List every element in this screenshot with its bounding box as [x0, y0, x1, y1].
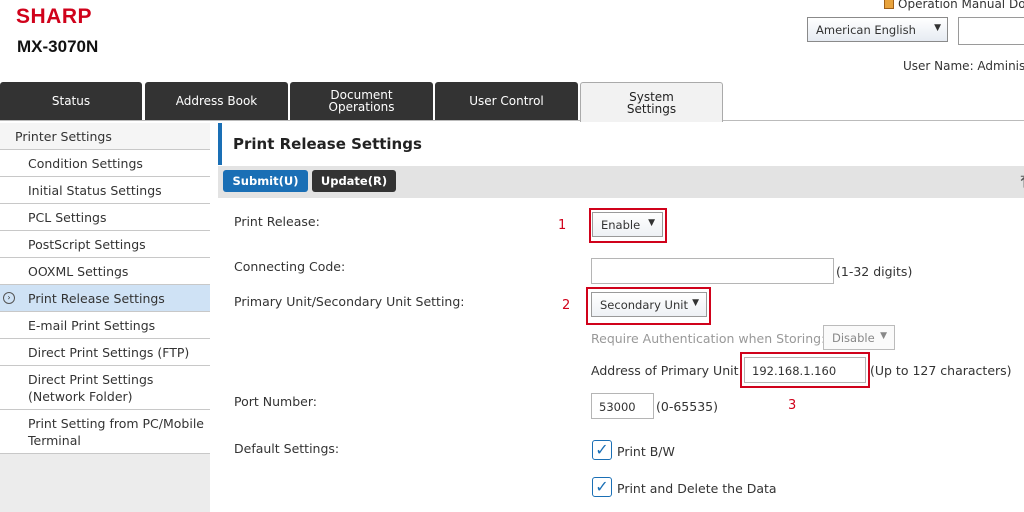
operation-manual-label: Operation Manual Do	[898, 0, 1024, 11]
sidebar-item-label: Print Release Settings	[28, 290, 165, 306]
dropdown-arrow-icon: ▼	[880, 331, 887, 341]
print-release-value: Enable	[601, 218, 641, 232]
current-page-icon: ›	[3, 292, 15, 304]
book-icon	[884, 0, 894, 9]
tab-system-settings[interactable]: System Settings	[580, 82, 723, 122]
language-value: American English	[816, 23, 916, 37]
main-tab-bar: Status Address Book Document Operations …	[0, 82, 1024, 122]
operation-manual-link[interactable]: Operation Manual Do	[884, 0, 1024, 11]
port-number-hint: (0-65535)	[656, 399, 718, 414]
page: SHARP MX-3070N Operation Manual Do Ameri…	[0, 0, 1024, 512]
sidebar-item-direct-print-ftp[interactable]: Direct Print Settings (FTP)	[0, 339, 210, 366]
page-title: Print Release Settings	[218, 123, 1024, 165]
sidebar-item-email-print-settings[interactable]: E-mail Print Settings	[0, 312, 210, 339]
sidebar-item-direct-print-network-folder[interactable]: Direct Print Settings (Network Folder)	[0, 366, 210, 410]
sidebar-item-initial-status-settings[interactable]: Initial Status Settings	[0, 177, 210, 204]
connecting-code-label: Connecting Code:	[234, 259, 346, 274]
dropdown-arrow-icon: ▼	[934, 23, 941, 33]
language-select[interactable]: American English ▼	[807, 17, 948, 42]
primary-secondary-select[interactable]: Secondary Unit ▼	[591, 292, 707, 317]
default-settings-label: Default Settings:	[234, 441, 340, 456]
primary-address-hint: (Up to 127 characters)	[870, 363, 1012, 378]
print-bw-checkbox[interactable]: ✓	[592, 440, 612, 460]
require-auth-value: Disable	[832, 331, 875, 345]
action-bar: Submit(U) Update(R) ⤒	[218, 166, 1024, 198]
primary-secondary-value: Secondary Unit	[600, 298, 688, 312]
model-name: MX-3070N	[17, 37, 99, 56]
tab-user-control[interactable]: User Control	[435, 82, 578, 120]
primary-secondary-label: Primary Unit/Secondary Unit Setting:	[234, 294, 465, 309]
sidebar-item-pcl-settings[interactable]: PCL Settings	[0, 204, 210, 231]
print-bw-label: Print B/W	[617, 444, 675, 459]
tab-address-book[interactable]: Address Book	[145, 82, 288, 120]
tab-status[interactable]: Status	[0, 82, 142, 120]
dropdown-arrow-icon: ▼	[648, 218, 655, 228]
annotation-3: 3	[788, 398, 797, 413]
sidebar-item-ooxml-settings[interactable]: OOXML Settings	[0, 258, 210, 285]
dropdown-arrow-icon: ▼	[692, 298, 699, 308]
annotation-1: 1	[558, 218, 567, 233]
sidebar-item-condition-settings[interactable]: Condition Settings	[0, 150, 210, 177]
sharp-logo: SHARP	[16, 5, 93, 28]
sidebar: Printer Settings Condition Settings Init…	[0, 123, 210, 512]
print-release-label: Print Release:	[234, 214, 320, 229]
sidebar-item-printer-settings[interactable]: Printer Settings	[0, 123, 210, 150]
update-button[interactable]: Update(R)	[312, 170, 396, 192]
connecting-code-hint: (1-32 digits)	[836, 264, 913, 279]
print-release-select[interactable]: Enable ▼	[592, 212, 663, 237]
sidebar-item-print-setting-pc-mobile[interactable]: Print Setting from PC/Mobile Terminal	[0, 410, 210, 454]
primary-address-input[interactable]: 192.168.1.160	[744, 357, 866, 383]
require-auth-select[interactable]: Disable ▼	[823, 325, 895, 350]
header-input-box[interactable]	[958, 17, 1024, 45]
sidebar-item-print-release-settings[interactable]: › Print Release Settings	[0, 285, 210, 312]
print-and-delete-label: Print and Delete the Data	[617, 481, 777, 496]
submit-button[interactable]: Submit(U)	[223, 170, 308, 192]
port-number-label: Port Number:	[234, 394, 317, 409]
print-and-delete-checkbox[interactable]: ✓	[592, 477, 612, 497]
annotation-2: 2	[562, 298, 571, 313]
port-number-input[interactable]: 53000	[591, 393, 654, 419]
primary-address-label: Address of Primary Unit:	[591, 363, 743, 378]
require-auth-label: Require Authentication when Storing:	[591, 331, 826, 346]
connecting-code-input[interactable]	[591, 258, 834, 284]
user-name: User Name: Adminis	[903, 59, 1024, 73]
sidebar-item-postscript-settings[interactable]: PostScript Settings	[0, 231, 210, 258]
tab-document-operations[interactable]: Document Operations	[290, 82, 433, 120]
